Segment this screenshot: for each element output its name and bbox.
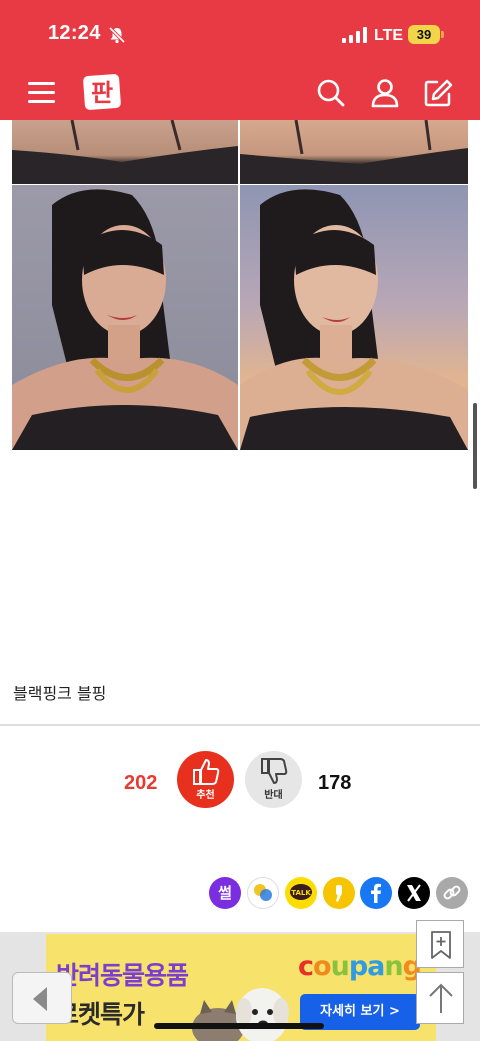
silent-bell-icon <box>108 26 126 44</box>
share-kakaostory-button[interactable] <box>323 877 355 909</box>
divider <box>0 724 480 726</box>
x-logo-icon <box>407 884 421 902</box>
post-image[interactable] <box>12 120 238 184</box>
scroll-to-top-button[interactable] <box>416 972 464 1024</box>
share-x-button[interactable] <box>398 877 430 909</box>
coupang-logo-letter: u <box>331 951 349 982</box>
network-type: LTE <box>374 27 404 44</box>
post-image-graphic <box>12 189 238 450</box>
kakaostory-icon <box>336 885 342 902</box>
scrollbar[interactable] <box>473 403 477 489</box>
signal-icon <box>342 27 367 43</box>
post-image-graphic <box>12 120 238 184</box>
post-image[interactable] <box>240 185 468 450</box>
battery-tip <box>441 31 444 38</box>
downvote-button[interactable]: 반대 <box>245 751 302 808</box>
downvote-label: 반대 <box>264 790 283 801</box>
svg-text:판: 판 <box>91 79 113 107</box>
coupang-logo-letter: p <box>349 951 368 982</box>
search-icon[interactable] <box>316 78 346 108</box>
bookmark-button[interactable] <box>416 920 464 968</box>
post-caption: 블랙핑크 블핑 <box>13 684 107 703</box>
coupang-logo-letter: c <box>298 951 313 982</box>
write-icon[interactable] <box>423 78 453 108</box>
upvote-label: 추천 <box>196 790 215 801</box>
status-bar: 12:24 LTE 39 <box>0 0 480 70</box>
facebook-icon <box>371 883 381 903</box>
downvote-count: 178 <box>318 772 352 794</box>
share-ssul-label: 썰 <box>218 884 232 902</box>
post-image-graphic <box>240 189 468 450</box>
link-icon <box>443 885 461 900</box>
thumbs-up-icon <box>192 759 219 785</box>
copy-link-button[interactable] <box>436 877 468 909</box>
post-image[interactable] <box>240 120 468 184</box>
kakaotalk-icon: TALK <box>290 884 312 900</box>
coupang-logo-letter: a <box>367 951 384 982</box>
menu-icon[interactable] <box>28 82 55 104</box>
share-kakaotalk-button[interactable]: TALK <box>285 877 317 909</box>
coupang-logo-letter: o <box>313 951 331 982</box>
coupang-logo-letter: n <box>384 951 402 982</box>
ad-headline: 반려동물용품 <box>56 961 189 990</box>
thumbs-down-icon <box>260 758 287 784</box>
home-indicator <box>154 1023 324 1029</box>
bubbles-icon <box>254 884 272 901</box>
post-image[interactable] <box>12 185 238 450</box>
share-ssul-button[interactable]: 썰 <box>209 877 241 909</box>
share-facebook-button[interactable] <box>360 877 392 909</box>
svg-text:coupang: coupang <box>298 951 421 982</box>
upvote-button[interactable]: 추천 <box>177 751 234 808</box>
upvote-count: 202 <box>124 772 158 794</box>
share-kakao-channel-button[interactable] <box>247 877 279 909</box>
pann-logo-icon: 판 <box>83 74 121 110</box>
back-button[interactable] <box>12 972 72 1024</box>
coupang-logo-icon: coupang <box>298 951 422 982</box>
svg-text:TALK: TALK <box>291 889 311 897</box>
logo[interactable]: 판 <box>83 74 121 114</box>
user-icon[interactable] <box>370 78 400 108</box>
post-image-graphic <box>240 120 468 184</box>
back-arrow-icon <box>33 987 47 1011</box>
arrow-up-icon <box>429 983 453 1013</box>
battery-indicator: 39 <box>408 25 440 44</box>
ad-pets-image <box>192 988 289 1041</box>
status-time: 12:24 <box>48 22 101 44</box>
app-header: 12:24 LTE 39 판 <box>0 0 480 120</box>
bookmark-add-icon <box>431 931 451 959</box>
